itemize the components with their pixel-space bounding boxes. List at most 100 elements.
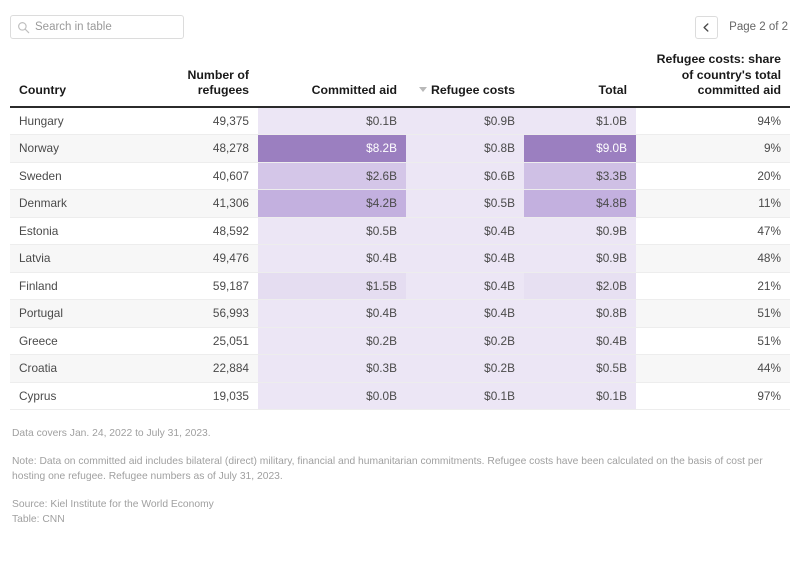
table-container: Country Number of refugees Committed aid… (0, 52, 800, 410)
cell-refugee-costs: $0.4B (406, 272, 524, 300)
cell-number-of-refugees: 59,187 (146, 272, 258, 300)
header-row: Country Number of refugees Committed aid… (10, 52, 790, 108)
footnotes: Data covers Jan. 24, 2022 to July 31, 20… (0, 410, 800, 527)
table-row: Finland 59,187 $1.5B $0.4B $2.0B 21% (10, 272, 790, 300)
pagination: Page 2 of 2 (695, 15, 788, 39)
cell-country: Croatia (10, 354, 146, 383)
search-box[interactable] (10, 15, 184, 39)
table-page: Page 2 of 2 Country Number of refugees C… (0, 0, 800, 565)
cell-committed-aid: $0.4B (258, 299, 406, 328)
cell-number-of-refugees: 25,051 (146, 327, 258, 355)
table-row: Norway 48,278 $8.2B $0.8B $9.0B 9% (10, 134, 790, 163)
cell-committed-aid: $2.6B (258, 162, 406, 190)
cell-total: $0.4B (524, 327, 636, 355)
table-toolbar: Page 2 of 2 (0, 0, 800, 52)
cell-refugee-costs: $0.4B (406, 299, 524, 328)
column-header-committed-aid[interactable]: Committed aid (258, 52, 406, 108)
cell-refugee-costs: $0.4B (406, 217, 524, 245)
column-header-refugee-costs[interactable]: Refugee costs (406, 52, 524, 108)
cell-share: 20% (636, 162, 790, 190)
cell-number-of-refugees: 48,278 (146, 134, 258, 163)
cell-country: Hungary (10, 106, 146, 135)
cell-country: Sweden (10, 162, 146, 190)
table-row: Croatia 22,884 $0.3B $0.2B $0.5B 44% (10, 354, 790, 383)
table-row: Estonia 48,592 $0.5B $0.4B $0.9B 47% (10, 217, 790, 245)
search-input[interactable] (35, 21, 177, 33)
page-indicator: Page 2 of 2 (729, 21, 788, 33)
cell-country: Denmark (10, 189, 146, 218)
cell-total: $0.8B (524, 299, 636, 328)
cell-number-of-refugees: 41,306 (146, 189, 258, 218)
cell-country: Greece (10, 327, 146, 355)
cell-share: 97% (636, 382, 790, 410)
cell-share: 21% (636, 272, 790, 300)
column-header-share-of-committed-aid[interactable]: Refugee costs: share of country's total … (636, 52, 790, 108)
column-header-number-of-refugees[interactable]: Number of refugees (146, 52, 258, 108)
cell-refugee-costs: $0.2B (406, 354, 524, 383)
cell-share: 94% (636, 106, 790, 135)
cell-refugee-costs: $0.2B (406, 327, 524, 355)
cell-committed-aid: $0.2B (258, 327, 406, 355)
source-note: Source: Kiel Institute for the World Eco… (12, 499, 214, 510)
table-row: Latvia 49,476 $0.4B $0.4B $0.9B 48% (10, 244, 790, 273)
table-row: Denmark 41,306 $4.2B $0.5B $4.8B 11% (10, 189, 790, 218)
cell-number-of-refugees: 22,884 (146, 354, 258, 383)
cell-country: Latvia (10, 244, 146, 273)
cell-number-of-refugees: 48,592 (146, 217, 258, 245)
search-icon (17, 21, 30, 34)
cell-total: $0.9B (524, 217, 636, 245)
cell-share: 9% (636, 134, 790, 163)
cell-number-of-refugees: 19,035 (146, 382, 258, 410)
methodology-note: Note: Data on committed aid includes bil… (12, 456, 763, 482)
cell-share: 48% (636, 244, 790, 273)
cell-country: Finland (10, 272, 146, 300)
cell-share: 51% (636, 327, 790, 355)
aid-table: Country Number of refugees Committed aid… (10, 52, 790, 410)
triangle-down-icon (418, 87, 427, 92)
cell-share: 11% (636, 189, 790, 218)
column-header-total[interactable]: Total (524, 52, 636, 108)
cell-refugee-costs: $0.8B (406, 134, 524, 163)
cell-total: $0.5B (524, 354, 636, 383)
cell-refugee-costs: $0.6B (406, 162, 524, 190)
cell-total: $9.0B (524, 134, 636, 163)
cell-refugee-costs: $0.9B (406, 106, 524, 135)
credit-note: Table: CNN (12, 514, 65, 525)
cell-total: $1.0B (524, 106, 636, 135)
cell-number-of-refugees: 49,476 (146, 244, 258, 273)
cell-committed-aid: $0.1B (258, 106, 406, 135)
column-header-country[interactable]: Country (10, 52, 146, 108)
cell-total: $0.9B (524, 244, 636, 273)
table-row: Cyprus 19,035 $0.0B $0.1B $0.1B 97% (10, 382, 790, 410)
cell-refugee-costs: $0.1B (406, 382, 524, 410)
cell-total: $4.8B (524, 189, 636, 218)
table-header: Country Number of refugees Committed aid… (10, 52, 790, 108)
previous-page-button[interactable] (695, 15, 719, 39)
table-row: Greece 25,051 $0.2B $0.2B $0.4B 51% (10, 327, 790, 355)
cell-number-of-refugees: 49,375 (146, 106, 258, 135)
cell-committed-aid: $1.5B (258, 272, 406, 300)
cell-committed-aid: $0.5B (258, 217, 406, 245)
cell-country: Cyprus (10, 382, 146, 410)
cell-committed-aid: $0.0B (258, 382, 406, 410)
cell-refugee-costs: $0.4B (406, 244, 524, 273)
cell-country: Portugal (10, 299, 146, 328)
cell-number-of-refugees: 56,993 (146, 299, 258, 328)
cell-number-of-refugees: 40,607 (146, 162, 258, 190)
cell-share: 44% (636, 354, 790, 383)
cell-country: Estonia (10, 217, 146, 245)
data-coverage-note: Data covers Jan. 24, 2022 to July 31, 20… (12, 428, 211, 439)
cell-total: $2.0B (524, 272, 636, 300)
table-row: Hungary 49,375 $0.1B $0.9B $1.0B 94% (10, 106, 790, 135)
table-row: Portugal 56,993 $0.4B $0.4B $0.8B 51% (10, 299, 790, 328)
table-row: Sweden 40,607 $2.6B $0.6B $3.3B 20% (10, 162, 790, 190)
cell-refugee-costs: $0.5B (406, 189, 524, 218)
cell-total: $0.1B (524, 382, 636, 410)
cell-total: $3.3B (524, 162, 636, 190)
cell-share: 47% (636, 217, 790, 245)
cell-committed-aid: $0.3B (258, 354, 406, 383)
cell-share: 51% (636, 299, 790, 328)
cell-committed-aid: $8.2B (258, 134, 406, 163)
cell-committed-aid: $0.4B (258, 244, 406, 273)
chevron-left-icon (701, 22, 712, 33)
